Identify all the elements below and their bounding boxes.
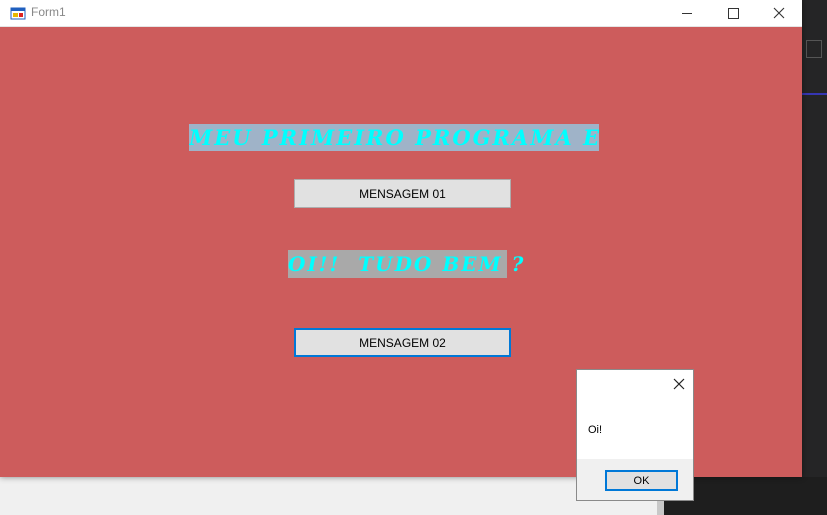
title-bar[interactable]: Form1 <box>0 0 802 27</box>
maximize-button[interactable] <box>710 0 756 26</box>
message-text: Oi! <box>588 424 603 436</box>
message-box-close-icon[interactable] <box>672 377 686 391</box>
minimize-button[interactable] <box>664 0 710 26</box>
window-title: Form1 <box>31 5 66 19</box>
heading-label: MEU PRIMEIRO PROGRAMA EM C# <box>189 124 599 151</box>
background-ide-panel <box>802 0 827 515</box>
mensagem-02-button[interactable]: MENSAGEM 02 <box>294 328 511 357</box>
background-window-strip <box>0 477 664 515</box>
ide-tab <box>806 40 822 58</box>
message-box-footer: OK <box>577 459 693 500</box>
maximize-icon <box>727 7 739 19</box>
close-button[interactable] <box>756 0 802 26</box>
mensagem-01-button[interactable]: MENSAGEM 01 <box>294 179 511 208</box>
message-box: Oi! OK <box>576 369 694 501</box>
ok-button[interactable]: OK <box>605 470 678 491</box>
minimize-icon <box>682 12 692 14</box>
app-icon <box>10 7 26 20</box>
ide-accent-line <box>802 93 827 95</box>
close-icon <box>773 7 785 19</box>
subheading-label: OI!! TUDO BEM ? <box>288 250 526 278</box>
